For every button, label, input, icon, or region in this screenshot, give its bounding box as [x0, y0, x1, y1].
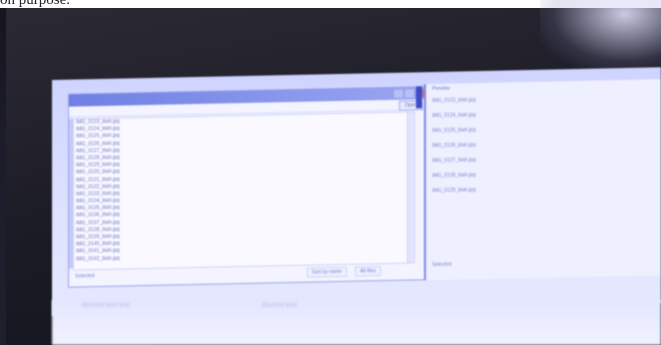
laptop-screen: Open IMG_0123_blah.jpg IMG_0124_blah.jpg…	[52, 67, 661, 316]
file-list[interactable]: IMG_0123_blah.jpg IMG_0124_blah.jpg IMG_…	[73, 111, 415, 271]
light-glare	[540, 0, 661, 70]
file-dialog-left: Open IMG_0123_blah.jpg IMG_0124_blah.jpg…	[68, 86, 432, 288]
file-type-select[interactable]: All files	[355, 266, 381, 277]
sort-select[interactable]: Sort by name	[307, 266, 347, 278]
vertical-scrollbar[interactable]	[407, 112, 414, 263]
preview-footer: Selected	[432, 261, 452, 269]
caption-text: on purpose.	[0, 0, 70, 8]
maximize-button[interactable]	[405, 89, 414, 98]
blurred-text-line: blurred text	[262, 302, 298, 309]
minimize-button[interactable]	[394, 89, 403, 98]
scroll-thumb[interactable]	[416, 86, 422, 109]
preview-pane: Preview IMG_0123_blah.jpg IMG_0124_blah.…	[424, 79, 661, 281]
blurred-text-line: blurred text line	[82, 302, 130, 309]
selected-label: Selected	[75, 273, 95, 280]
photo-of-laptop-screen: on purpose. Open IMG_0123_blah.jpg IMG_0…	[0, 0, 661, 345]
screen-lower-area: blurred text line blurred text	[52, 300, 661, 345]
